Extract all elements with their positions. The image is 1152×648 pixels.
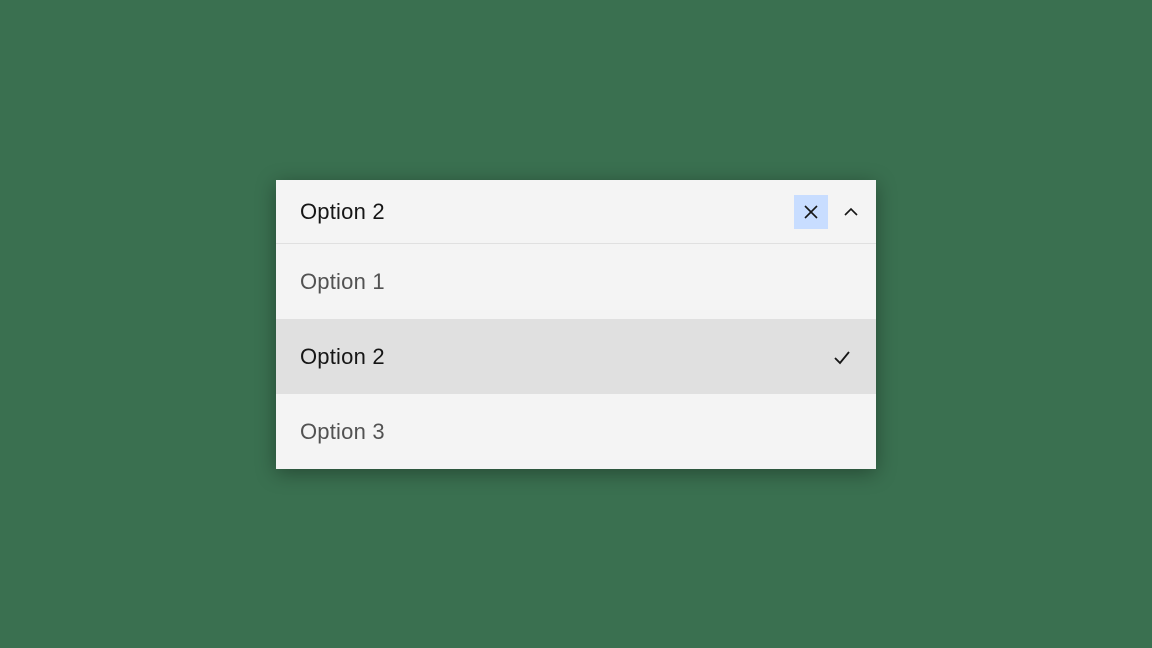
combobox: Option 2 Option 1 Option 2 <box>276 180 876 469</box>
combobox-option[interactable]: Option 3 <box>276 394 876 469</box>
chevron-up-icon <box>842 203 860 221</box>
option-label: Option 3 <box>300 419 852 445</box>
combobox-option[interactable]: Option 1 <box>276 244 876 319</box>
close-icon <box>802 203 820 221</box>
checkmark-icon <box>832 347 852 367</box>
combobox-listbox: Option 1 Option 2 Option 3 <box>276 244 876 469</box>
clear-button[interactable] <box>794 195 828 229</box>
option-label: Option 2 <box>300 344 832 370</box>
toggle-button[interactable] <box>834 195 868 229</box>
combobox-input-row[interactable]: Option 2 <box>276 180 876 244</box>
combobox-selected-value: Option 2 <box>300 199 794 225</box>
option-label: Option 1 <box>300 269 852 295</box>
combobox-option[interactable]: Option 2 <box>276 319 876 394</box>
